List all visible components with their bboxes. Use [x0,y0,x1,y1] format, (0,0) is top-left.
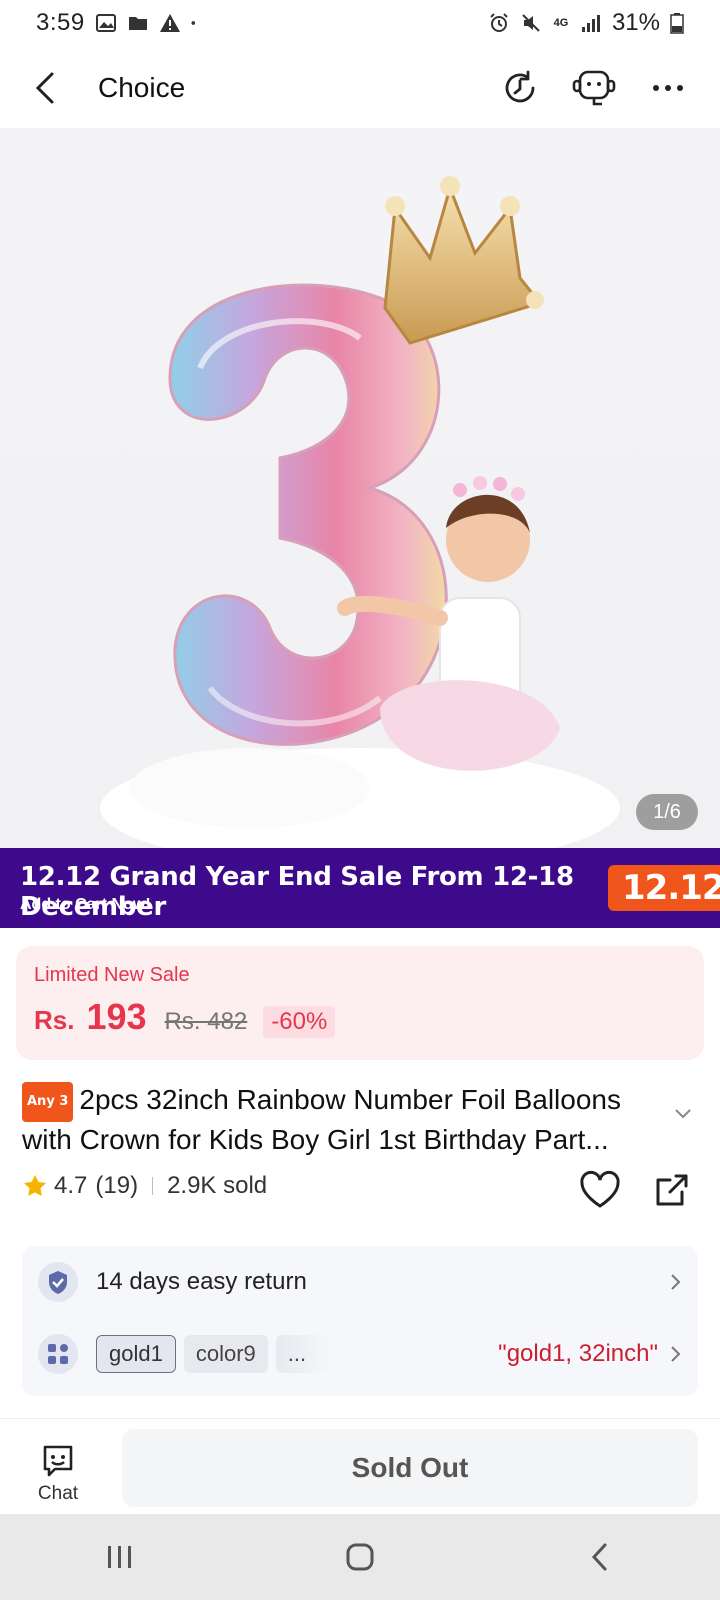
product-title[interactable]: Any 3 2pcs 32inch Rainbow Number Foil Bal… [22,1082,672,1158]
original-price: Rs. 482 [164,1008,248,1035]
sold-count: 2.9K sold [167,1172,268,1199]
promo-banner[interactable]: 12.12 Grand Year End Sale From 12-18 Dec… [0,848,720,928]
recent-apps-button[interactable] [80,1527,160,1587]
alarm-icon [490,13,508,32]
home-button[interactable] [320,1527,400,1587]
more-dots-icon [653,85,683,91]
wishlist-heart-icon[interactable] [578,1168,622,1212]
share-icon[interactable] [652,1170,692,1210]
bottom-action-bar: Chat Sold Out [0,1418,720,1514]
image-counter: 1/6 [636,794,698,830]
history-icon [505,70,535,103]
customer-service-button[interactable] [566,60,622,116]
expand-title-icon[interactable] [674,1108,692,1120]
variant-chip-color9[interactable]: color9 [183,1335,268,1373]
back-button[interactable] [24,60,68,116]
sold-out-button[interactable]: Sold Out [122,1429,698,1507]
variant-grid-icon [38,1334,78,1374]
status-time: 3:59 [36,9,85,36]
product-image-gallery[interactable]: 1/6 [0,128,720,848]
more-options-button[interactable] [640,60,696,116]
battery-percent: 31% [611,9,660,36]
rating-score: 4.7 [54,1172,88,1199]
top-header: Choice [0,50,720,126]
folder-notification-icon [128,17,147,30]
price-row: Rs. 193 Rs. 482 -60% [34,996,336,1038]
mute-icon [522,14,540,32]
variant-chip-more[interactable]: ... [275,1335,330,1373]
status-bar: 3:59 4G 31% [0,0,720,46]
back-arrow-icon [35,72,54,104]
chat-label: Chat [37,1483,79,1504]
system-back-button[interactable] [560,1527,640,1587]
return-policy-row[interactable]: 14 days easy return [38,1260,682,1304]
rating-row[interactable]: 4.7 (19) 2.9K sold [22,1172,267,1200]
page-title: Choice [98,72,186,103]
network-type: 4G [553,17,569,29]
current-price: 193 [86,996,147,1037]
rating-count: (19) [95,1172,139,1199]
history-button[interactable] [492,60,548,116]
price-currency: Rs. [34,1005,75,1035]
service-card: 14 days easy return gold1 color9 ... "go… [22,1246,698,1396]
recent-apps-icon [108,1546,131,1568]
promo-subtitle: Add to Cart Now! [20,896,151,913]
battery-icon [670,13,684,34]
discount-badge: -60% [263,1006,336,1038]
any3-badge: Any 3 [22,1082,74,1122]
return-policy-text: 14 days easy return [96,1268,307,1295]
variant-chip-gold1[interactable]: gold1 [96,1335,176,1373]
signal-icon [581,15,600,32]
gallery-notification-icon [95,14,116,32]
selected-variant: "gold1, 32inch" [498,1340,658,1367]
chevron-right-icon [671,1274,681,1290]
divider [152,1177,154,1195]
system-nav-bar [0,1514,720,1600]
product-image [100,176,620,848]
chevron-right-icon [671,1346,681,1362]
star-icon [24,1175,46,1196]
variant-row[interactable]: gold1 color9 ... "gold1, 32inch" [38,1332,682,1376]
promo-badge: 12.12 [608,865,720,911]
sale-tag: Limited New Sale [34,964,190,986]
chat-icon [43,1445,73,1477]
home-icon [346,1543,374,1571]
customer-service-icon [572,70,616,106]
shield-check-icon [38,1262,78,1302]
price-card: Limited New Sale Rs. 193 Rs. 482 -60% [16,946,704,1060]
system-back-icon [591,1543,607,1571]
product-title-text: 2pcs 32inch Rainbow Number Foil Balloons… [22,1084,621,1155]
warning-notification-icon [159,14,180,32]
chat-button[interactable]: Chat [28,1443,88,1513]
dot-notification-icon [191,21,195,25]
